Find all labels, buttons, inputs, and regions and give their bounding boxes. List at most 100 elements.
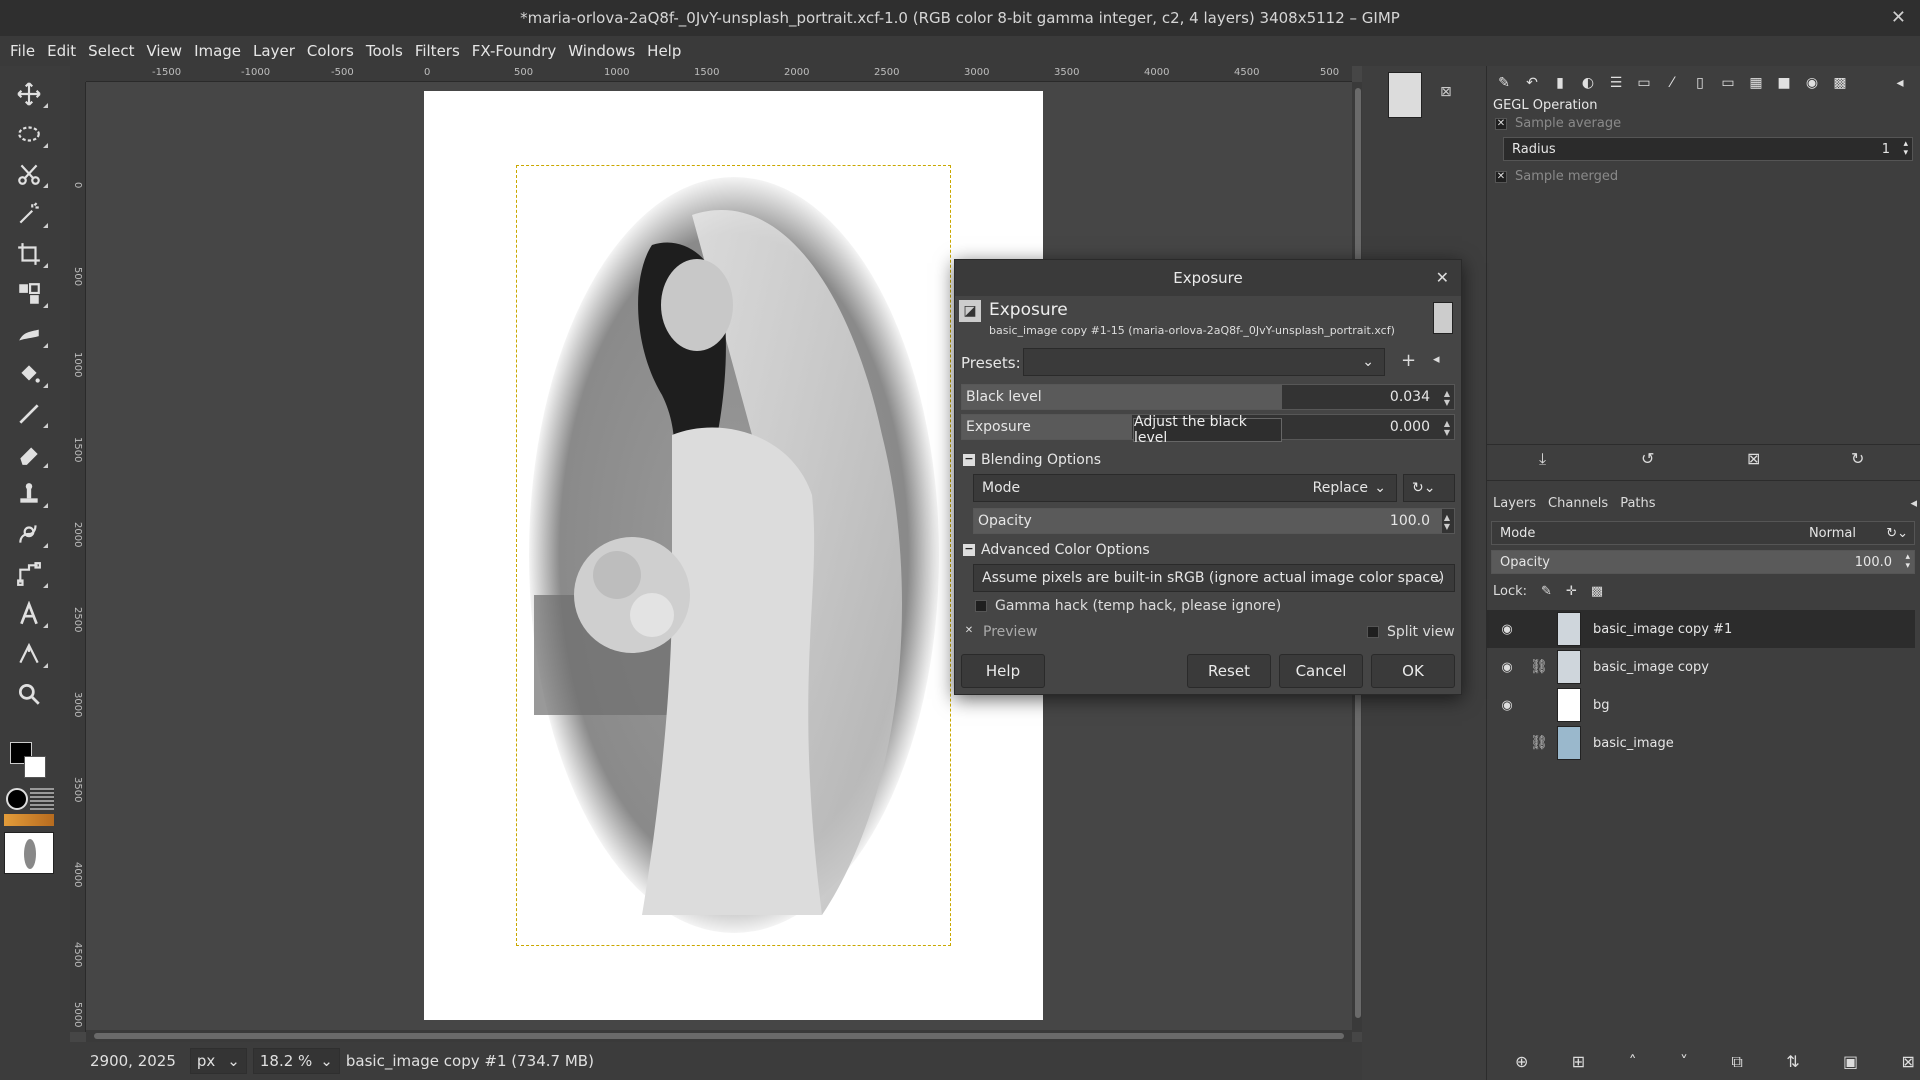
presets-select[interactable]: ⌄ [1023,348,1385,376]
help-button[interactable]: Help [961,654,1045,688]
layer-row[interactable]: ⛓ basic_image [1487,724,1915,762]
brush-icon[interactable] [6,788,28,810]
eye-icon[interactable]: ◉ [1487,660,1527,675]
radius-field[interactable]: Radius 1 ▴ ▾ [1503,137,1913,161]
palettes-icon[interactable]: ▦ [1745,72,1767,94]
checkbox[interactable] [975,600,987,612]
patterns-icon[interactable]: ◉ [1801,72,1823,94]
ruler-corner[interactable] [70,66,86,82]
save-options-icon[interactable]: ⤓ [1539,449,1546,469]
sample-merged-checkbox[interactable]: ✕ Sample merged [1495,169,1618,184]
menu-windows[interactable]: Windows [562,42,641,60]
clone-icon[interactable] [10,476,48,512]
mode-reset-icon[interactable]: ↻⌄ [1886,526,1908,541]
unit-select[interactable]: px ⌄ [189,1048,247,1074]
scrollbar-thumb[interactable] [94,1033,1344,1039]
lock-position-icon[interactable]: ✛ [1566,584,1577,599]
menu-view[interactable]: View [140,42,188,60]
move-tool-icon[interactable] [10,76,48,112]
restore-options-icon[interactable]: ↺ [1641,449,1654,468]
histogram-icon[interactable]: ☰ [1605,72,1627,94]
menu-select[interactable]: Select [82,42,140,60]
preview-checkbox[interactable]: ✕ Preview [963,624,1038,640]
pattern-icon[interactable] [30,788,54,810]
delete-options-icon[interactable]: ⊠ [1747,449,1760,468]
layer-row[interactable]: ◉ basic_image copy #1 [1487,610,1915,648]
gamma-hack-checkbox[interactable]: Gamma hack (temp hack, please ignore) [975,598,1281,614]
spin-arrows[interactable]: ▲ ▼ [1440,385,1454,411]
menu-help[interactable]: Help [641,42,687,60]
layer-opacity-slider[interactable]: Opacity 100.0 ▴ ▾ [1491,550,1915,574]
opacity-value[interactable]: 100.0 [1390,513,1430,529]
duplicate-layer-icon[interactable]: ⧉ [1731,1052,1742,1072]
mask-icon[interactable]: ▣ [1843,1052,1858,1072]
menu-image[interactable]: Image [188,42,247,60]
eraser-icon[interactable] [10,436,48,472]
menu-edit[interactable]: Edit [41,42,82,60]
lock-alpha-icon[interactable]: ▩ [1591,584,1603,599]
layer-row[interactable]: ◉ bg [1487,686,1915,724]
add-preset-icon[interactable]: + [1401,350,1416,371]
scissors-select-icon[interactable] [10,156,48,192]
navigation-thumbnail[interactable] [1388,72,1422,118]
device-status-icon[interactable]: ▮ [1549,72,1571,94]
cancel-button[interactable]: Cancel [1279,654,1363,688]
menu-fx-foundry[interactable]: FX-Foundry [466,42,562,60]
tool-options-icon[interactable]: ✎ [1493,72,1515,94]
bucket-fill-icon[interactable] [10,356,48,392]
brushes-icon[interactable]: ⁄ [1661,72,1683,94]
text-tool-icon[interactable] [10,596,48,632]
ruler-horizontal[interactable]: -1500 -1000 -500 0 500 1000 1500 2000 25… [86,66,1352,82]
tab-channels[interactable]: Channels [1548,496,1608,511]
merge-layer-icon[interactable]: ⇅ [1786,1052,1799,1072]
layer-row[interactable]: ◉ ⛓ basic_image copy [1487,648,1915,686]
spin-arrows[interactable]: ▴ ▾ [1903,140,1908,158]
smudge-icon[interactable] [10,516,48,552]
black-level-value[interactable]: 0.034 [1390,389,1430,405]
spin-arrows[interactable]: ▲ ▼ [1440,415,1454,441]
new-group-icon[interactable]: ⊞ [1572,1052,1585,1072]
zoom-select[interactable]: 18.2 % ⌄ [252,1048,340,1074]
layer-mode-select[interactable]: Mode Normal ↻⌄ [1491,521,1915,545]
opacity-slider[interactable]: Opacity 100.0 ▲ ▼ [973,508,1455,534]
spin-arrows[interactable]: ▴ ▾ [1905,553,1910,571]
navigation-icon[interactable]: ▭ [1717,72,1739,94]
tab-paths[interactable]: Paths [1620,496,1655,511]
zoom-icon[interactable] [10,676,48,712]
raise-layer-icon[interactable]: ˄ [1629,1052,1637,1072]
blend-reset-button[interactable]: ↻⌄ [1403,474,1455,502]
eye-icon[interactable]: ◉ [1487,698,1527,713]
tab-layers[interactable]: Layers [1493,496,1536,511]
checkbox[interactable]: ✕ [1495,117,1507,130]
selection-editor-icon[interactable]: ▭ [1633,72,1655,94]
collapse-icon[interactable]: − [963,543,975,556]
checkbox[interactable]: ✕ [963,626,975,638]
menu-file[interactable]: File [4,42,41,60]
close-icon[interactable]: ✕ [1436,268,1449,287]
checkbox[interactable]: ✕ [1495,170,1507,183]
split-view-checkbox[interactable]: Split view [1367,624,1455,640]
crop-icon[interactable] [10,236,48,272]
chain-icon[interactable]: ⛓ [1527,735,1551,751]
eye-icon[interactable]: ◉ [1487,622,1527,637]
panel-menu-icon[interactable]: ◂ [1889,72,1911,94]
undo-history-icon[interactable]: ↶ [1521,72,1543,94]
gradients-icon[interactable]: ■ [1773,72,1795,94]
warp-icon[interactable] [10,316,48,352]
ruler-vertical[interactable]: 0 500 1000 1500 2000 2500 3000 3500 4000… [70,82,86,1032]
sample-average-checkbox[interactable]: ✕ Sample average [1495,116,1621,131]
paintbrush-icon[interactable] [10,396,48,432]
lock-pixels-icon[interactable]: ✎ [1541,584,1552,599]
paths-icon[interactable] [10,556,48,592]
menu-filters[interactable]: Filters [409,42,466,60]
close-icon[interactable]: ⊠ [1440,84,1452,100]
pointer-icon[interactable]: ◐ [1577,72,1599,94]
menu-tools[interactable]: Tools [360,42,409,60]
chain-icon[interactable]: ⛓ [1527,659,1551,675]
blending-options-header[interactable]: − Blending Options [963,452,1101,468]
new-layer-icon[interactable]: ⊕ [1515,1052,1528,1072]
fonts-icon[interactable]: ▯ [1689,72,1711,94]
menu-colors[interactable]: Colors [301,42,360,60]
background-color-swatch[interactable] [24,756,46,778]
fuzzy-select-icon[interactable] [10,196,48,232]
